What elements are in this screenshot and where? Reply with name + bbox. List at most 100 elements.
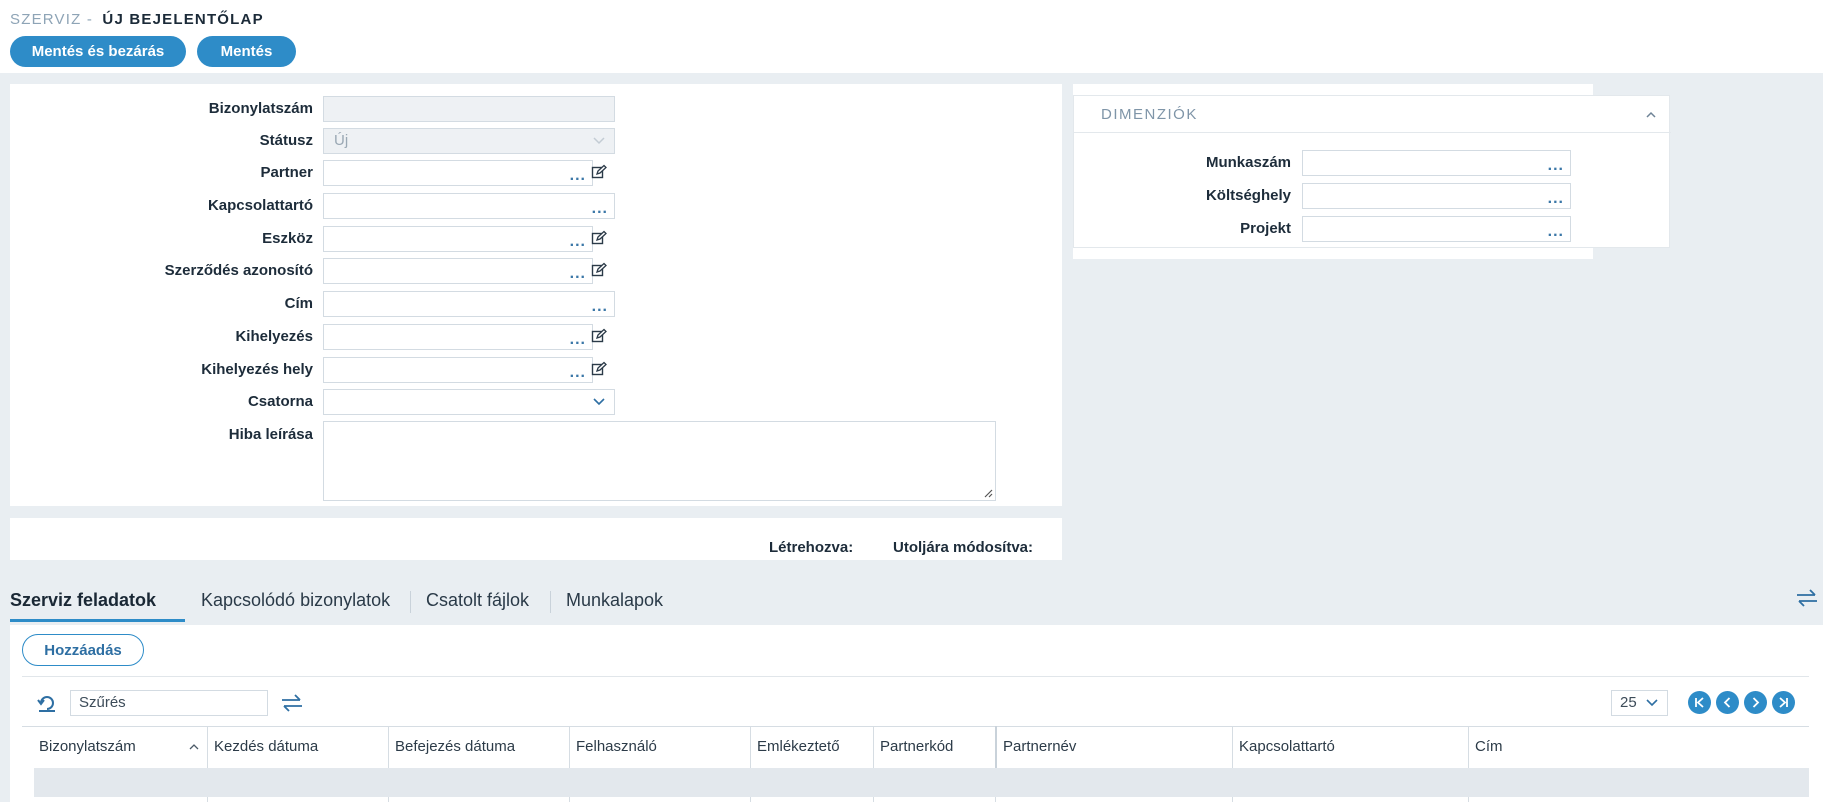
- ellipsis-icon[interactable]: ...: [592, 201, 608, 217]
- ellipsis-icon[interactable]: ...: [1548, 224, 1564, 240]
- column-header-label: Bizonylatszám: [39, 738, 136, 755]
- work-number-field[interactable]: ...: [1302, 150, 1571, 176]
- chevron-right-icon: [1752, 697, 1760, 708]
- page-size-select[interactable]: 25: [1611, 690, 1668, 716]
- last-page-button[interactable]: [1772, 691, 1795, 714]
- address-field[interactable]: ...: [323, 291, 615, 317]
- chevron-down-icon: [1646, 699, 1658, 707]
- tab-attached-files[interactable]: Csatolt fájlok: [426, 590, 529, 611]
- tab-service-tasks[interactable]: Szerviz feladatok: [10, 590, 156, 611]
- column-header[interactable]: Emlékeztető: [750, 726, 873, 768]
- ellipsis-icon[interactable]: ...: [1548, 158, 1564, 174]
- ellipsis-icon[interactable]: ...: [570, 168, 586, 184]
- main-form-panel: Bizonylatszám Státusz Új Partner ... Kap…: [10, 84, 1062, 506]
- field-label: Státusz: [259, 132, 313, 149]
- chevron-up-icon[interactable]: [1645, 109, 1657, 121]
- column-divider: [995, 797, 996, 802]
- error-description-textarea[interactable]: [323, 421, 996, 501]
- save-and-close-button[interactable]: Mentés és bezárás: [10, 36, 186, 67]
- field-label: Hiba leírása: [228, 426, 313, 443]
- column-header[interactable]: Partnerkód: [873, 726, 995, 768]
- form-row-document-number: Bizonylatszám: [10, 95, 1062, 123]
- toolbar-divider: [22, 676, 1809, 677]
- top-bar: SZERVIZ - ÚJ BEJELENTŐLAP Mentés és bezá…: [0, 0, 1823, 73]
- field-label: Projekt: [1240, 220, 1291, 237]
- cost-center-field[interactable]: ...: [1302, 183, 1571, 209]
- field-label: Szerződés azonosító: [164, 262, 313, 279]
- tab-worksheets[interactable]: Munkalapok: [566, 590, 663, 611]
- field-label: Csatorna: [247, 393, 313, 410]
- save-button[interactable]: Mentés: [197, 36, 296, 67]
- ellipsis-icon[interactable]: ...: [570, 332, 586, 348]
- tab-divider: [550, 591, 551, 613]
- dimensions-title: DIMENZIÓK: [1101, 106, 1198, 123]
- column-header[interactable]: Bizonylatszám: [33, 726, 207, 768]
- last-page-icon: [1779, 697, 1788, 708]
- contact-field[interactable]: ...: [323, 193, 615, 219]
- form-row-device: Eszköz ...: [10, 225, 1062, 253]
- ellipsis-icon[interactable]: ...: [592, 299, 608, 315]
- contract-id-field[interactable]: ...: [323, 258, 593, 284]
- status-select: Új: [323, 128, 615, 154]
- edit-icon[interactable]: [591, 230, 607, 246]
- created-label: Létrehozva:: [769, 539, 854, 556]
- column-header[interactable]: Felhasználó: [569, 726, 750, 768]
- column-divider: [750, 797, 751, 802]
- dimensions-panel: DIMENZIÓK Munkaszám ... Költséghely ... …: [1073, 95, 1671, 248]
- column-header[interactable]: Cím: [1468, 726, 1809, 768]
- column-divider: [1232, 797, 1233, 802]
- placement-field[interactable]: ...: [323, 324, 593, 350]
- ellipsis-icon[interactable]: ...: [570, 266, 586, 282]
- placement-location-field[interactable]: ...: [323, 357, 593, 383]
- filter-input[interactable]: Szűrés: [70, 690, 268, 716]
- field-label: Eszköz: [262, 230, 313, 247]
- ellipsis-icon[interactable]: ...: [1548, 191, 1564, 207]
- project-field[interactable]: ...: [1302, 216, 1571, 242]
- field-label: Kihelyezés: [235, 328, 313, 345]
- column-header[interactable]: Kezdés dátuma: [207, 726, 388, 768]
- column-header[interactable]: Befejezés dátuma: [388, 726, 569, 768]
- form-row-error-description: Hiba leírása: [10, 421, 1062, 501]
- edit-icon[interactable]: [591, 328, 607, 344]
- field-label: Költséghely: [1205, 187, 1291, 204]
- swap-arrows-icon[interactable]: [1795, 588, 1819, 608]
- first-page-icon: [1695, 697, 1704, 708]
- form-row-partner: Partner ...: [10, 159, 1062, 187]
- form-row-contact: Kapcsolattartó ...: [10, 192, 1062, 220]
- previous-page-button[interactable]: [1716, 691, 1739, 714]
- column-header[interactable]: Partnernév: [995, 726, 1232, 768]
- table-row[interactable]: [34, 768, 1809, 797]
- form-row-contract-id: Szerződés azonosító ...: [10, 257, 1062, 285]
- edit-icon[interactable]: [591, 164, 607, 180]
- resize-handle-icon[interactable]: [983, 488, 993, 498]
- sort-ascending-icon[interactable]: [189, 742, 199, 752]
- partner-field[interactable]: ...: [323, 160, 593, 186]
- dim-row-project: Projekt ...: [1074, 215, 1671, 243]
- channel-select[interactable]: [323, 389, 615, 415]
- edit-icon[interactable]: [591, 361, 607, 377]
- document-number-field: [323, 96, 615, 122]
- ellipsis-icon[interactable]: ...: [570, 234, 586, 250]
- page-title: SZERVIZ - ÚJ BEJELENTŐLAP: [10, 11, 264, 28]
- swap-arrows-icon[interactable]: [280, 693, 304, 713]
- column-divider: [569, 797, 570, 802]
- dimensions-header[interactable]: DIMENZIÓK: [1074, 96, 1671, 133]
- add-button[interactable]: Hozzáadás: [22, 634, 144, 666]
- next-page-button[interactable]: [1744, 691, 1767, 714]
- ellipsis-icon[interactable]: ...: [570, 365, 586, 381]
- tab-related-documents[interactable]: Kapcsolódó bizonylatok: [201, 590, 390, 611]
- form-row-channel: Csatorna: [10, 388, 1062, 416]
- form-row-placement-location: Kihelyezés hely ...: [10, 356, 1062, 384]
- form-row-address: Cím ...: [10, 290, 1062, 318]
- page-name: ÚJ BEJELENTŐLAP: [102, 11, 264, 28]
- dim-row-work-number: Munkaszám ...: [1074, 149, 1671, 177]
- device-field[interactable]: ...: [323, 226, 593, 252]
- column-header[interactable]: Kapcsolattartó: [1232, 726, 1468, 768]
- field-label: Partner: [260, 164, 313, 181]
- edit-icon[interactable]: [591, 262, 607, 278]
- column-divider: [1468, 797, 1469, 802]
- chevron-down-icon: [593, 137, 605, 145]
- chevron-down-icon[interactable]: [592, 394, 606, 408]
- first-page-button[interactable]: [1688, 691, 1711, 714]
- refresh-icon[interactable]: [36, 692, 58, 714]
